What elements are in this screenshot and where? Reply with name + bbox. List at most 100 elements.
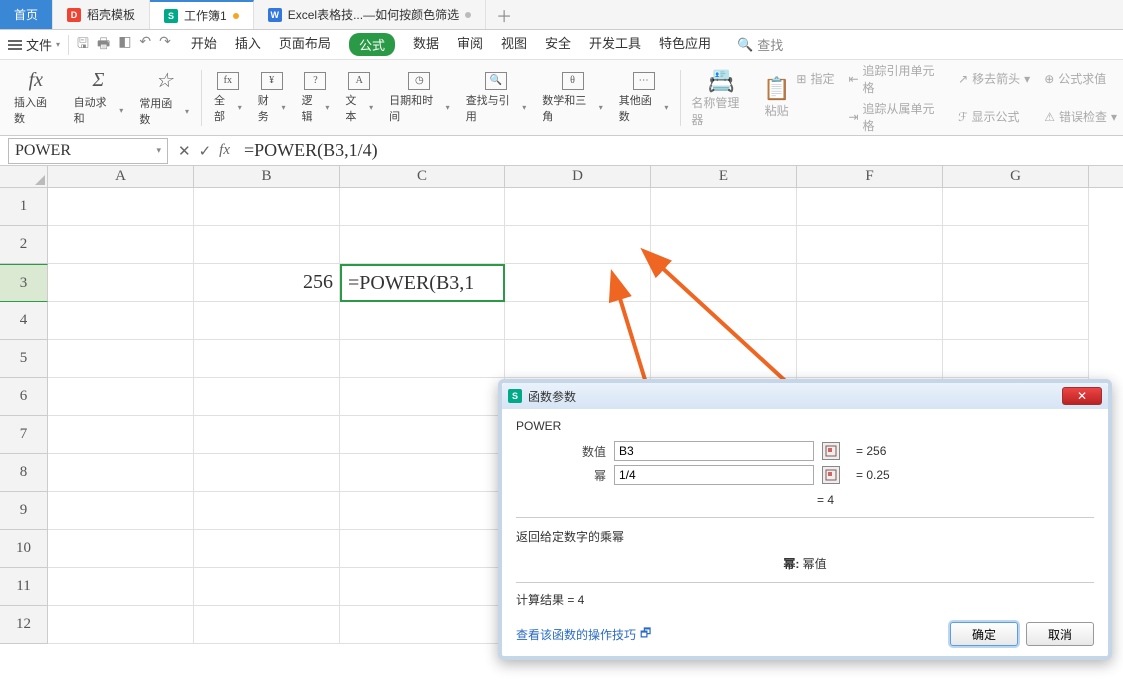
cell-C6[interactable] bbox=[340, 378, 505, 416]
cell-B11[interactable] bbox=[194, 568, 340, 606]
cell-B12[interactable] bbox=[194, 606, 340, 644]
ribbon-math[interactable]: θ 数学和三角▾ bbox=[534, 65, 611, 131]
row-header-4[interactable]: 4 bbox=[0, 302, 48, 340]
cancel-edit-button[interactable]: ✕ bbox=[178, 142, 191, 160]
ribbon-paste[interactable]: 📋 粘贴 bbox=[757, 76, 796, 119]
cancel-button[interactable]: 取消 bbox=[1026, 622, 1094, 646]
qat-save-icon[interactable]: 🖫 bbox=[77, 33, 89, 57]
cell-E2[interactable] bbox=[651, 226, 797, 264]
cell-B4[interactable] bbox=[194, 302, 340, 340]
cell-C3[interactable]: =POWER(B3,1 bbox=[340, 264, 505, 302]
ribbon-other[interactable]: ⋯ 其他函数▾ bbox=[611, 65, 677, 131]
ribbon-all[interactable]: fx 全部▾ bbox=[206, 65, 250, 131]
accept-edit-button[interactable]: ✓ bbox=[199, 142, 212, 160]
cell-F3[interactable] bbox=[797, 264, 943, 302]
input-number[interactable] bbox=[614, 441, 814, 461]
col-header-D[interactable]: D bbox=[505, 166, 651, 187]
row-header-6[interactable]: 6 bbox=[0, 378, 48, 416]
cell-A10[interactable] bbox=[48, 530, 194, 568]
menu-security[interactable]: 安全 bbox=[545, 33, 571, 56]
cell-G2[interactable] bbox=[943, 226, 1089, 264]
row-header-9[interactable]: 9 bbox=[0, 492, 48, 530]
input-power[interactable] bbox=[614, 465, 814, 485]
tab-excel-article[interactable]: W Excel表格技...—如何按颜色筛选 bbox=[254, 0, 486, 29]
insert-fn-button[interactable]: fx bbox=[219, 142, 230, 160]
help-link[interactable]: 查看该函数的操作技巧 🗗 bbox=[516, 624, 651, 645]
tab-workbook1[interactable]: S 工作簿1 bbox=[150, 0, 254, 29]
cell-C9[interactable] bbox=[340, 492, 505, 530]
col-header-G[interactable]: G bbox=[943, 166, 1089, 187]
ribbon-lookup[interactable]: 🔍 查找与引用▾ bbox=[458, 65, 535, 131]
formula-input[interactable]: =POWER(B3,1/4) bbox=[240, 140, 1123, 161]
cell-E3[interactable] bbox=[651, 264, 797, 302]
cell-D4[interactable] bbox=[505, 302, 651, 340]
name-box[interactable]: POWER ▾ bbox=[8, 138, 168, 164]
cell-D2[interactable] bbox=[505, 226, 651, 264]
cell-C12[interactable] bbox=[340, 606, 505, 644]
menu-insert[interactable]: 插入 bbox=[235, 33, 261, 56]
cell-C1[interactable] bbox=[340, 188, 505, 226]
cell-A4[interactable] bbox=[48, 302, 194, 340]
cell-F2[interactable] bbox=[797, 226, 943, 264]
ribbon-name-mgr[interactable]: 📇 名称管理器 bbox=[685, 68, 757, 128]
menu-page-layout[interactable]: 页面布局 bbox=[279, 33, 331, 56]
cell-A2[interactable] bbox=[48, 226, 194, 264]
ribbon-error-check[interactable]: ⚠错误检查▾ bbox=[1044, 100, 1117, 134]
ribbon-common-fn[interactable]: ☆ 常用函数▾ bbox=[131, 65, 197, 131]
row-header-11[interactable]: 11 bbox=[0, 568, 48, 606]
ribbon-trace-precedents[interactable]: ⇤追踪引用单元格 bbox=[848, 62, 944, 96]
new-tab-button[interactable]: ＋ bbox=[486, 0, 522, 29]
menu-formula[interactable]: 公式 bbox=[349, 33, 395, 56]
col-header-E[interactable]: E bbox=[651, 166, 797, 187]
tab-docker-templates[interactable]: D 稻壳模板 bbox=[53, 0, 150, 29]
menu-review[interactable]: 审阅 bbox=[457, 33, 483, 56]
cell-D5[interactable] bbox=[505, 340, 651, 378]
ribbon-datetime[interactable]: ◷ 日期和时间▾ bbox=[381, 65, 458, 131]
ribbon-eval-formula[interactable]: ⊕公式求值 bbox=[1044, 62, 1117, 96]
cell-C2[interactable] bbox=[340, 226, 505, 264]
cell-G4[interactable] bbox=[943, 302, 1089, 340]
cell-A7[interactable] bbox=[48, 416, 194, 454]
qat-undo-icon[interactable]: ↶ bbox=[139, 33, 151, 57]
cell-A12[interactable] bbox=[48, 606, 194, 644]
menu-view[interactable]: 视图 bbox=[501, 33, 527, 56]
menu-special[interactable]: 特色应用 bbox=[659, 33, 711, 56]
range-picker-button[interactable] bbox=[822, 442, 840, 460]
ok-button[interactable]: 确定 bbox=[950, 622, 1018, 646]
tab-home[interactable]: 首页 bbox=[0, 0, 53, 29]
cell-E1[interactable] bbox=[651, 188, 797, 226]
cell-B7[interactable] bbox=[194, 416, 340, 454]
cell-G3[interactable] bbox=[943, 264, 1089, 302]
close-button[interactable]: ✕ bbox=[1062, 387, 1102, 405]
cell-B3[interactable]: 256 bbox=[194, 264, 340, 302]
cell-F1[interactable] bbox=[797, 188, 943, 226]
ribbon-text[interactable]: A 文本▾ bbox=[337, 65, 381, 131]
menu-data[interactable]: 数据 bbox=[413, 33, 439, 56]
cell-F5[interactable] bbox=[797, 340, 943, 378]
cell-G5[interactable] bbox=[943, 340, 1089, 378]
cell-D1[interactable] bbox=[505, 188, 651, 226]
cell-C4[interactable] bbox=[340, 302, 505, 340]
cell-C10[interactable] bbox=[340, 530, 505, 568]
cell-C8[interactable] bbox=[340, 454, 505, 492]
cell-A5[interactable] bbox=[48, 340, 194, 378]
ribbon-move-arrow[interactable]: ↗移去箭头▾ bbox=[958, 62, 1030, 96]
cell-A1[interactable] bbox=[48, 188, 194, 226]
col-header-B[interactable]: B bbox=[194, 166, 340, 187]
cell-C11[interactable] bbox=[340, 568, 505, 606]
cell-G1[interactable] bbox=[943, 188, 1089, 226]
row-header-8[interactable]: 8 bbox=[0, 454, 48, 492]
ribbon-show-formula[interactable]: ℱ显示公式 bbox=[958, 100, 1030, 134]
file-menu[interactable]: 文件 ▾ bbox=[8, 35, 60, 54]
col-header-F[interactable]: F bbox=[797, 166, 943, 187]
ribbon-trace-dependents[interactable]: ⇥追踪从属单元格 bbox=[848, 100, 944, 134]
qat-redo-icon[interactable]: ↷ bbox=[159, 33, 171, 57]
col-header-C[interactable]: C bbox=[340, 166, 505, 187]
cell-B1[interactable] bbox=[194, 188, 340, 226]
cell-C5[interactable] bbox=[340, 340, 505, 378]
row-header-2[interactable]: 2 bbox=[0, 226, 48, 264]
row-header-5[interactable]: 5 bbox=[0, 340, 48, 378]
cell-B9[interactable] bbox=[194, 492, 340, 530]
search-button[interactable]: 🔍 查找 bbox=[737, 35, 783, 54]
row-header-10[interactable]: 10 bbox=[0, 530, 48, 568]
